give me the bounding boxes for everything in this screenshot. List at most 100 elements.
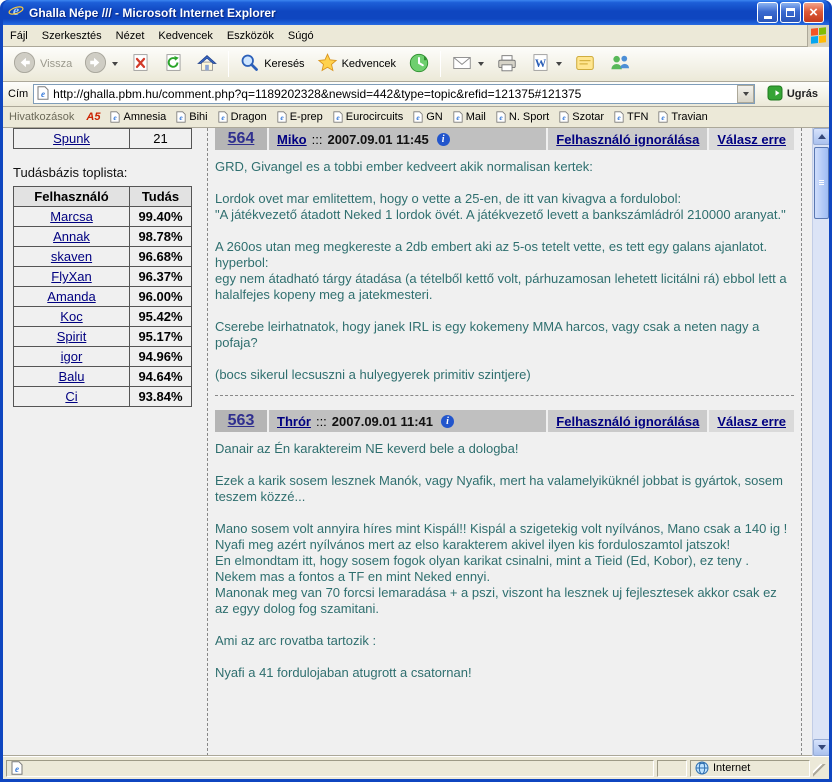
stop-button[interactable] bbox=[124, 49, 157, 79]
toolbar-separator bbox=[228, 51, 229, 77]
link-item-travian[interactable]: eTravian bbox=[658, 111, 707, 123]
spunk-value: 21 bbox=[130, 129, 192, 149]
scrollbar-thumb[interactable] bbox=[814, 147, 829, 219]
link-item-eurocircuits[interactable]: eEurocircuits bbox=[333, 111, 403, 123]
refresh-button[interactable] bbox=[157, 49, 190, 79]
table-row: FlyXan96.37% bbox=[14, 267, 192, 287]
post-date: 2007.09.01 11:45 bbox=[327, 132, 428, 147]
link-item-a5[interactable]: A5 bbox=[86, 111, 100, 123]
table-row: Ci 93.84% bbox=[14, 387, 192, 407]
discuss-button[interactable] bbox=[568, 49, 602, 79]
user-link-spunk[interactable]: Spunk bbox=[53, 131, 90, 146]
mail-dropdown-icon bbox=[478, 62, 484, 66]
go-arrow-icon bbox=[767, 85, 783, 104]
favorites-label: Kedvencek bbox=[342, 58, 396, 70]
title-bar[interactable]: e Ghalla Népe /// - Microsoft Internet E… bbox=[3, 0, 829, 25]
post-number[interactable]: 564 bbox=[215, 128, 267, 150]
favorites-button[interactable]: Kedvencek bbox=[311, 49, 402, 79]
user-link[interactable]: skaven bbox=[51, 249, 92, 264]
menu-favorites[interactable]: Kedvencek bbox=[151, 27, 219, 45]
score-value: 94.64% bbox=[130, 367, 192, 387]
forward-button[interactable] bbox=[78, 49, 124, 79]
address-dropdown-button[interactable] bbox=[737, 85, 754, 103]
arrow-down-icon bbox=[818, 745, 826, 750]
resize-grip[interactable] bbox=[813, 764, 826, 777]
history-icon bbox=[408, 52, 430, 77]
link-item-amnesia[interactable]: eAmnesia bbox=[110, 111, 166, 123]
info-icon[interactable]: i bbox=[437, 133, 450, 146]
user-link[interactable]: Annak bbox=[53, 229, 90, 244]
menu-edit[interactable]: Szerkesztés bbox=[35, 27, 109, 45]
print-button[interactable] bbox=[490, 49, 524, 79]
user-link[interactable]: Amanda bbox=[47, 289, 95, 304]
post-number[interactable]: 563 bbox=[215, 410, 267, 432]
address-input[interactable]: e http://ghalla.pbm.hu/comment.php?q=118… bbox=[33, 84, 755, 104]
zone-label: Internet bbox=[713, 762, 750, 774]
edit-button[interactable]: W bbox=[524, 49, 568, 79]
link-item-tfn[interactable]: eTFN bbox=[614, 111, 648, 123]
score-value: 94.96% bbox=[130, 347, 192, 367]
history-button[interactable] bbox=[402, 49, 436, 79]
user-link[interactable]: Balu bbox=[58, 369, 84, 384]
author-separator: ::: bbox=[316, 414, 327, 429]
mail-button[interactable] bbox=[445, 49, 490, 79]
vertical-scrollbar[interactable] bbox=[812, 128, 829, 756]
browser-viewport: Spunk 21 Tudásbázis toplista: Felhasznál… bbox=[3, 128, 829, 756]
home-button[interactable] bbox=[190, 49, 224, 79]
menu-tools[interactable]: Eszközök bbox=[220, 27, 281, 45]
link-item-gn[interactable]: eGN bbox=[413, 111, 443, 123]
internet-globe-icon bbox=[695, 761, 709, 775]
link-item-nsport[interactable]: eN. Sport bbox=[496, 111, 549, 123]
author-link[interactable]: Miko bbox=[277, 132, 307, 147]
author-separator: ::: bbox=[312, 132, 323, 147]
edit-dropdown-icon bbox=[556, 62, 562, 66]
link-item-eprep[interactable]: eE-prep bbox=[277, 111, 323, 123]
forum-post-564: 564 Miko ::: 2007.09.01 11:45 i Felhaszn… bbox=[215, 128, 794, 396]
back-button[interactable]: Vissza bbox=[7, 49, 78, 79]
user-link[interactable]: igor bbox=[61, 349, 83, 364]
user-link[interactable]: FlyXan bbox=[51, 269, 91, 284]
maximize-button[interactable] bbox=[780, 2, 801, 23]
scroll-down-button[interactable] bbox=[813, 739, 829, 756]
minimize-button[interactable] bbox=[757, 2, 778, 23]
stop-icon bbox=[130, 52, 151, 76]
ignore-user-link[interactable]: Felhasználó ignorálása bbox=[556, 132, 699, 147]
toplist-title: Tudásbázis toplista: bbox=[13, 165, 199, 180]
link-item-mail[interactable]: eMail bbox=[453, 111, 486, 123]
status-page-icon: e bbox=[11, 761, 23, 775]
table-row: skaven96.68% bbox=[14, 247, 192, 267]
user-link[interactable]: Spirit bbox=[57, 329, 87, 344]
link-item-szotar[interactable]: eSzotar bbox=[559, 111, 604, 123]
link-item-dragon[interactable]: eDragon bbox=[218, 111, 267, 123]
user-link[interactable]: Marcsa bbox=[50, 209, 93, 224]
user-link[interactable]: Ci bbox=[65, 389, 77, 404]
author-link[interactable]: Thrór bbox=[277, 414, 311, 429]
svg-text:e: e bbox=[15, 764, 19, 774]
go-button[interactable]: Ugrás bbox=[761, 83, 824, 106]
ignore-user-link[interactable]: Felhasználó ignorálása bbox=[556, 414, 699, 429]
user-link[interactable]: Koc bbox=[60, 309, 82, 324]
forward-icon bbox=[84, 51, 107, 77]
reply-link[interactable]: Válasz erre bbox=[717, 414, 786, 429]
menu-help[interactable]: Súgó bbox=[281, 27, 321, 45]
reply-link[interactable]: Válasz erre bbox=[717, 132, 786, 147]
search-button[interactable]: Keresés bbox=[233, 49, 310, 79]
menu-file[interactable]: Fájl bbox=[3, 27, 35, 45]
address-url: http://ghalla.pbm.hu/comment.php?q=11892… bbox=[53, 87, 735, 101]
link-item-bihi[interactable]: eBihi bbox=[176, 111, 207, 123]
messenger-button[interactable] bbox=[602, 49, 637, 79]
menu-view[interactable]: Nézet bbox=[109, 27, 152, 45]
header-user: Felhasználó bbox=[14, 187, 130, 207]
info-icon[interactable]: i bbox=[441, 415, 454, 428]
post-body: GRD, Givangel es a tobbi ember kedveert … bbox=[215, 159, 794, 383]
toplist-table: Felhasználó Tudás Marcsa99.40% Annak98.7… bbox=[13, 186, 192, 407]
close-button[interactable]: × bbox=[803, 2, 824, 23]
reply-cell: Válasz erre bbox=[709, 410, 794, 432]
score-value: 93.84% bbox=[130, 387, 192, 407]
arrow-up-icon bbox=[818, 134, 826, 139]
mail-icon bbox=[451, 52, 473, 77]
reply-cell: Válasz erre bbox=[709, 128, 794, 150]
status-bar: e Internet bbox=[3, 756, 829, 779]
scroll-up-button[interactable] bbox=[813, 128, 829, 145]
post-date: 2007.09.01 11:41 bbox=[332, 414, 433, 429]
